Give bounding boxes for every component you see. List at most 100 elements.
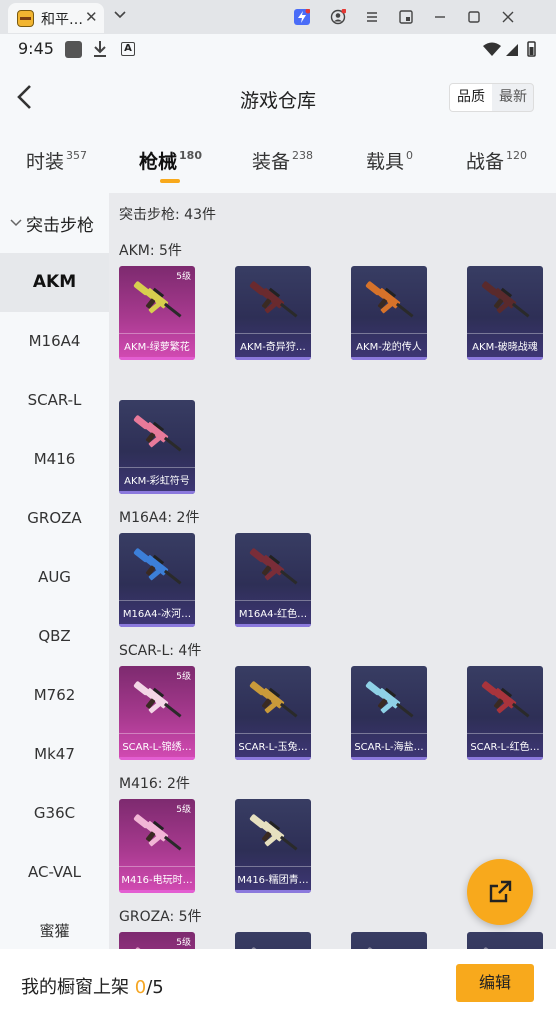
- share-button[interactable]: [467, 859, 533, 925]
- weapon-skin-name: M416-糯团青…: [237, 875, 309, 886]
- rifle-icon: [365, 281, 414, 318]
- edit-button[interactable]: 编辑: [456, 964, 534, 1002]
- sidebar-item-g36c[interactable]: G36C: [0, 784, 109, 843]
- group-label: GROZA: 5件: [119, 909, 202, 925]
- sidebar-item-m16a4[interactable]: M16A4: [0, 312, 109, 371]
- rifle-icon: [249, 681, 298, 718]
- chevron-down-icon: [10, 219, 22, 227]
- rifle-icon: [481, 681, 530, 718]
- group-label: M16A4: 2件: [119, 510, 200, 526]
- weapon-skin-card[interactable]: AKM-破晓战魂: [467, 266, 543, 360]
- weapon-skin-card[interactable]: SCAR-L-红色…: [467, 666, 543, 760]
- sidebar-item-akm[interactable]: AKM: [0, 253, 109, 312]
- card-divider: [119, 333, 195, 334]
- sidebar-item-mk47[interactable]: Mk47: [0, 725, 109, 784]
- sort-quality-button[interactable]: 品质: [450, 84, 492, 111]
- tab-guns[interactable]: 枪械 180: [139, 147, 202, 174]
- tab-title: 和平…: [41, 12, 83, 28]
- card-divider: [119, 467, 195, 468]
- weapon-skin-card[interactable]: 5级 SCAR-L-锦绣…: [119, 666, 195, 760]
- group-label: M416: 2件: [119, 776, 190, 792]
- weapon-skin-name: SCAR-L-锦绣…: [122, 742, 192, 753]
- showcase-counter: 我的橱窗上架 0/5: [21, 973, 164, 999]
- rifle-icon: [133, 281, 182, 318]
- sidebar-item-honey-badger[interactable]: 蜜獾: [0, 902, 109, 949]
- weapon-skin-card[interactable]: M416-糯团青…: [235, 799, 311, 893]
- active-tab-indicator: [160, 179, 180, 183]
- level-badge: 5级: [176, 805, 191, 815]
- weapon-skin-card[interactable]: 5级 AKM-绿萝繁花: [119, 266, 195, 360]
- weapon-skin-card[interactable]: M16A4-红色…: [235, 533, 311, 627]
- card-divider: [119, 733, 195, 734]
- weapon-skin-card[interactable]: 5级: [119, 932, 195, 949]
- level-badge: 5级: [176, 672, 191, 682]
- page-header: 游戏仓库 品质 最新: [0, 64, 556, 134]
- user-icon[interactable]: [330, 9, 346, 25]
- rifle-icon: [249, 814, 298, 851]
- sidebar-item-aug[interactable]: AUG: [0, 548, 109, 607]
- weapon-skin-card[interactable]: SCAR-L-玉兔…: [235, 666, 311, 760]
- sidebar-item-qbz[interactable]: QBZ: [0, 607, 109, 666]
- weapon-skin-name: AKM-奇异狩…: [240, 342, 306, 353]
- showcase-current: 0: [134, 977, 147, 998]
- card-divider: [467, 733, 543, 734]
- rifle-icon: [133, 548, 182, 585]
- tab-close-icon[interactable]: ✕: [85, 8, 98, 26]
- weapon-skin-name: AKM-破晓战魂: [472, 342, 538, 353]
- weapon-skin-card[interactable]: M16A4-冰河…: [119, 533, 195, 627]
- card-divider: [235, 333, 311, 334]
- level-badge: 5级: [176, 272, 191, 282]
- weapon-skin-card[interactable]: 5级 M416-电玩时…: [119, 799, 195, 893]
- tab-label: 枪械: [139, 151, 178, 173]
- sort-newest-button[interactable]: 最新: [492, 84, 533, 111]
- weapon-skin-card[interactable]: [467, 932, 543, 949]
- picture-in-picture-icon[interactable]: [398, 9, 414, 25]
- sidebar-category-label: 突击步枪: [26, 216, 94, 236]
- minimize-icon[interactable]: [432, 9, 448, 25]
- weapon-skin-card[interactable]: [235, 932, 311, 949]
- rifle-icon: [481, 947, 498, 949]
- tab-equipment[interactable]: 装备 238: [252, 147, 313, 174]
- sidebar-item-scar-l[interactable]: SCAR-L: [0, 371, 109, 430]
- sidebar-category-header[interactable]: 突击步枪: [0, 193, 109, 253]
- tab-count: 0: [406, 149, 414, 162]
- share-icon: [489, 880, 512, 903]
- menu-icon[interactable]: [364, 9, 380, 25]
- card-divider: [119, 600, 195, 601]
- status-bar: 9:45 A: [0, 34, 556, 64]
- tab-count: 180: [179, 149, 202, 162]
- weapon-skin-card[interactable]: AKM-彩虹符号: [119, 400, 195, 494]
- weapon-skin-card[interactable]: SCAR-L-海盐…: [351, 666, 427, 760]
- weapon-skin-card[interactable]: [351, 932, 427, 949]
- tab-supplies[interactable]: 战备 120: [466, 147, 527, 174]
- rifle-icon: [365, 681, 414, 718]
- rifle-icon: [481, 281, 530, 318]
- sidebar-item-m416[interactable]: M416: [0, 430, 109, 489]
- card-divider: [235, 866, 311, 867]
- rifle-icon: [133, 814, 182, 851]
- weapon-grid: 突击步枪: 43件 AKM: 5件 5级 AKM-绿萝繁花 AKM-奇异狩… AKM-龙…: [109, 193, 556, 949]
- rifle-icon: [249, 548, 298, 585]
- weapon-skin-card[interactable]: AKM-龙的传人: [351, 266, 427, 360]
- tab-label: 时装: [26, 151, 65, 173]
- tab-count: 120: [506, 149, 528, 162]
- close-icon[interactable]: [500, 9, 516, 25]
- lightning-icon[interactable]: [294, 9, 310, 25]
- sort-toggle: 品质 最新: [449, 83, 534, 112]
- chevron-down-icon[interactable]: [113, 8, 127, 22]
- weapon-skin-name: SCAR-L-海盐…: [354, 742, 424, 753]
- sidebar-item-ac-val[interactable]: AC-VAL: [0, 843, 109, 902]
- tab-label: 载具: [366, 151, 405, 173]
- tab-vehicles[interactable]: 载具 0: [366, 147, 413, 174]
- maximize-icon[interactable]: [466, 9, 482, 25]
- sidebar-item-groza[interactable]: GROZA: [0, 489, 109, 548]
- browser-tab[interactable]: 和平… ✕: [8, 3, 104, 33]
- status-time: 9:45: [18, 39, 54, 58]
- weapon-skin-card[interactable]: AKM-奇异狩…: [235, 266, 311, 360]
- keyboard-a-icon: A: [121, 42, 135, 56]
- category-tabs: 时装 357 枪械 180 装备 238 载具 0 战备 120: [0, 134, 556, 193]
- card-divider: [351, 333, 427, 334]
- sidebar-item-m762[interactable]: M762: [0, 666, 109, 725]
- level-badge: 5级: [176, 938, 191, 948]
- tab-fashion[interactable]: 时装 357: [26, 147, 87, 174]
